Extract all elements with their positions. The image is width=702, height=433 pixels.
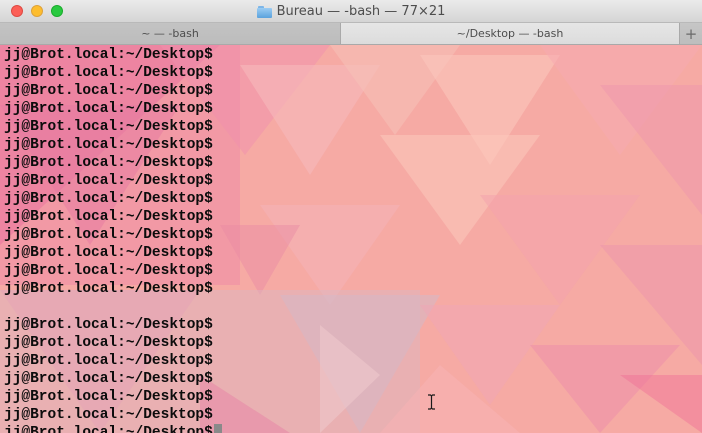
text-cursor	[213, 424, 222, 433]
prompt-line: jj@Brot.local:~/Desktop$	[4, 245, 213, 261]
prompt-line: jj@Brot.local:~/Desktop$	[4, 209, 213, 225]
title-group: Bureau — -bash — 77×21	[0, 0, 702, 23]
prompt-line: jj@Brot.local:~/Desktop$	[4, 389, 213, 405]
prompt-line: jj@Brot.local:~/Desktop$	[4, 65, 213, 81]
terminal-output: jj@Brot.local:~/Desktop$ jj@Brot.local:~…	[4, 46, 222, 433]
prompt-line: jj@Brot.local:~/Desktop$	[4, 137, 213, 153]
prompt-line: jj@Brot.local:~/Desktop$	[4, 407, 213, 423]
prompt-line: jj@Brot.local:~/Desktop$	[4, 173, 213, 189]
terminal-window: Bureau — -bash — 77×21 ~ — -bash ~/Deskt…	[0, 0, 702, 433]
empty-line	[4, 298, 222, 316]
active-prompt: jj@Brot.local:~/Desktop$	[4, 425, 213, 433]
terminal-content[interactable]: jj@Brot.local:~/Desktop$ jj@Brot.local:~…	[0, 45, 702, 433]
prompt-line: jj@Brot.local:~/Desktop$	[4, 155, 213, 171]
title-bar[interactable]: Bureau — -bash — 77×21	[0, 0, 702, 23]
prompt-line: jj@Brot.local:~/Desktop$	[4, 191, 213, 207]
prompt-line: jj@Brot.local:~/Desktop$	[4, 83, 213, 99]
window-title: Bureau — -bash — 77×21	[276, 4, 446, 19]
prompt-line: jj@Brot.local:~/Desktop$	[4, 335, 213, 351]
prompt-line: jj@Brot.local:~/Desktop$	[4, 317, 213, 333]
tab-bar: ~ — -bash ~/Desktop — -bash +	[0, 23, 702, 45]
folder-icon	[256, 5, 272, 18]
prompt-line: jj@Brot.local:~/Desktop$	[4, 281, 213, 297]
prompt-line: jj@Brot.local:~/Desktop$	[4, 371, 213, 387]
prompt-line: jj@Brot.local:~/Desktop$	[4, 119, 213, 135]
tab-desktop-bash[interactable]: ~/Desktop — -bash	[341, 23, 680, 44]
prompt-line: jj@Brot.local:~/Desktop$	[4, 101, 213, 117]
tab-home-bash[interactable]: ~ — -bash	[0, 23, 341, 44]
prompt-line: jj@Brot.local:~/Desktop$	[4, 227, 213, 243]
prompt-line: jj@Brot.local:~/Desktop$	[4, 263, 213, 279]
active-prompt-line[interactable]: jj@Brot.local:~/Desktop$	[4, 424, 222, 433]
new-tab-button[interactable]: +	[680, 23, 702, 44]
prompt-line: jj@Brot.local:~/Desktop$	[4, 353, 213, 369]
prompt-line: jj@Brot.local:~/Desktop$	[4, 47, 213, 63]
ibeam-cursor-icon	[428, 394, 435, 410]
